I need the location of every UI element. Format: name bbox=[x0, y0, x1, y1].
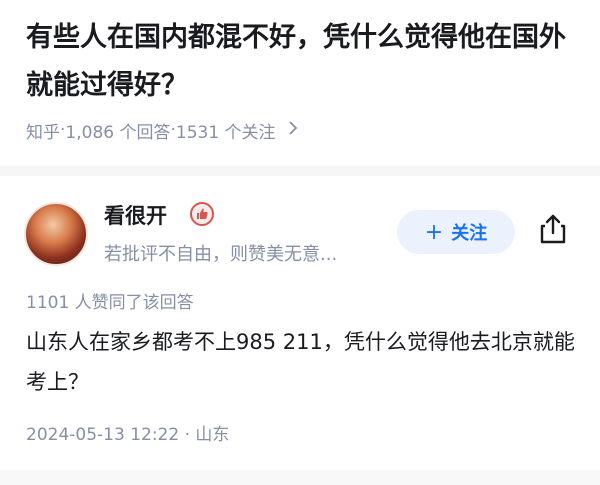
source-label: 知乎 bbox=[26, 122, 60, 143]
chevron-right-icon[interactable] bbox=[288, 121, 298, 139]
author-name[interactable]: 看很开 bbox=[104, 200, 167, 230]
share-icon[interactable] bbox=[536, 212, 570, 246]
question-title[interactable]: 有些人在国内都混不好，凭什么觉得他在国外就能过得好？ bbox=[26, 14, 586, 110]
vote-count: 1101 人赞同了该回答 bbox=[26, 293, 194, 313]
answers-count: 1,086 个回答 bbox=[65, 122, 171, 143]
answer-content[interactable]: 山东人在家乡都考不上985 211，凭什么觉得他去北京就能考上？ bbox=[26, 322, 576, 402]
plus-icon: + bbox=[424, 219, 444, 245]
meta-separator: · bbox=[184, 425, 196, 445]
answer-location: 山东 bbox=[195, 425, 230, 445]
bottom-bar bbox=[0, 470, 600, 485]
followers-count: 1531 个关注 bbox=[175, 122, 276, 143]
follow-button[interactable]: + 关注 bbox=[397, 210, 515, 254]
question-meta[interactable]: 知乎 · 1,086 个回答 · 1531 个关注 bbox=[26, 116, 298, 144]
answer-footer: 2024-05-13 12:22 · 山东 bbox=[26, 420, 229, 445]
author-bio: 若批评不自由，则赞美无意... bbox=[104, 244, 338, 265]
section-divider bbox=[0, 166, 600, 176]
answer-date: 2024-05-13 12:22 bbox=[26, 425, 180, 445]
follow-label: 关注 bbox=[451, 223, 488, 244]
author-row: 看很开 若批评不自由，则赞美无意... + 关注 bbox=[24, 196, 576, 276]
thumbs-up-badge-icon bbox=[190, 202, 214, 226]
avatar[interactable] bbox=[24, 202, 88, 266]
